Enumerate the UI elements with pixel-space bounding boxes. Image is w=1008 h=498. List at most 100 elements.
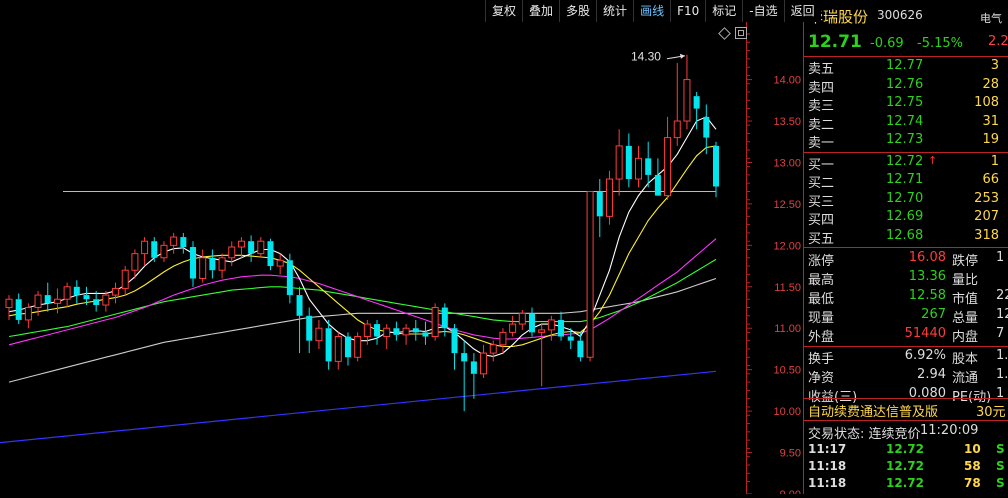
ask-price: 12.73 [886,132,924,147]
stat-value: 51440 [904,326,946,341]
candle [286,253,293,304]
candle [393,321,400,341]
bid-label: 买三 [808,194,835,210]
candle-body [218,257,226,271]
ask-label: 卖四 [808,80,835,96]
candle-body [586,190,594,358]
ask-row: 卖二 12.74 31 [804,114,1008,133]
price-row: 12.71 -0.69 -5.15% 2.2 [804,30,1008,57]
candle-body [693,96,700,109]
candle [625,133,632,188]
stat-label: 换手 [808,352,835,367]
candle-body [374,324,381,337]
candle [228,241,236,267]
ask-volume: 3 [990,58,999,73]
candle-body [267,241,274,267]
window-icon[interactable] [735,27,747,39]
kline-svg: 14.30 [0,50,720,444]
candle-body [209,257,216,271]
candle-body [83,295,90,300]
candle-body [141,240,149,255]
stat-label: 现量 [808,311,835,326]
candle [683,54,691,130]
toolbar-button-1[interactable]: 叠加 [522,0,559,22]
candle-body [73,286,80,296]
candle [499,328,507,354]
candle-body [480,352,488,375]
ask-price: 12.75 [886,95,924,110]
stat-value: 12.58 [908,288,946,303]
kline-chart-area[interactable]: 14.30 [0,0,803,494]
candle [209,249,216,279]
candle-body [334,336,342,362]
candle [53,288,61,314]
stat-value-2: 12 [996,307,1008,322]
candle-body [567,336,574,341]
candle-body [257,240,265,255]
candle-body [344,336,351,358]
y-tick-label: 10.00 [773,406,801,418]
candle-body [402,327,410,336]
y-tick-label: 12.50 [773,199,801,211]
bid-volume: 66 [982,172,999,187]
candle-body [596,191,603,217]
chart-corner-icons [718,26,747,40]
toolbar-button-6[interactable]: 标记 [705,0,742,22]
stat-label: 外盘 [808,330,835,345]
ask-row: 卖三 12.75 108 [804,95,1008,114]
candle [528,307,535,337]
candle [431,303,439,341]
candle-body [422,332,429,337]
price-change-pct: -5.15% [917,36,963,51]
toolbar-button-8[interactable]: 返回 [783,0,821,22]
candle [577,332,584,362]
stats-divider [804,346,1008,347]
stat-label-2: 内盘 [952,330,979,345]
stat-value-2: 1. [996,348,1008,363]
candle-body [151,241,158,258]
candle-body [354,336,362,358]
candle-body [451,328,458,354]
tick-price: 12.72 [886,459,924,473]
bid-row: 买一 12.72 ↑ 1 [804,154,1008,173]
ask-row: 卖一 12.73 19 [804,132,1008,151]
candle-body [712,145,720,187]
toolbar-button-3[interactable]: 统计 [596,0,633,22]
candle-body [499,331,507,346]
candle [334,332,342,370]
tick-row: 11:18 12.72 78 S [804,476,1008,493]
ad-text: 自动续费通达信普及版 [808,405,939,420]
sector-tab[interactable]: 电气 [980,10,1002,26]
candle [470,353,477,399]
bid-volume: 1 [990,153,999,169]
stat-value-2: 7 [996,326,1005,341]
toolbar-button-0[interactable]: 复权 [485,0,522,22]
candle-body [237,240,245,248]
stat-label-2: 市值 [952,292,979,307]
toolbar-button-5[interactable]: F10 [670,0,705,22]
stat-value: 2.94 [917,367,946,382]
tick-volume: 58 [964,459,981,473]
toolbar-button-7[interactable]: -自选 [742,0,783,22]
candle-body [673,120,681,139]
toolbar-button-4[interactable]: 画线 [633,0,670,22]
ask-row: 卖五 12.77 3 [804,58,1008,77]
candle-body [518,312,526,325]
trade-time: 11:20:09 [920,423,979,438]
toolbar-button-2[interactable]: 多股 [559,0,596,22]
bid-volume: 318 [974,227,999,243]
high-price-label: 14.30 [631,50,661,64]
candle [24,303,32,329]
tick-direction: S [996,476,1005,490]
y-tick-label: 13.50 [773,116,801,128]
candle [160,241,168,262]
candle-body [53,298,61,304]
ad-banner[interactable]: 自动续费通达信普及版 30元 [804,399,1008,420]
candle [44,282,51,312]
candle-body [306,315,313,341]
candle [141,237,149,267]
candle-body [315,327,323,342]
candle-body [683,79,691,122]
candle-body [131,253,139,271]
diamond-icon[interactable] [718,26,731,40]
